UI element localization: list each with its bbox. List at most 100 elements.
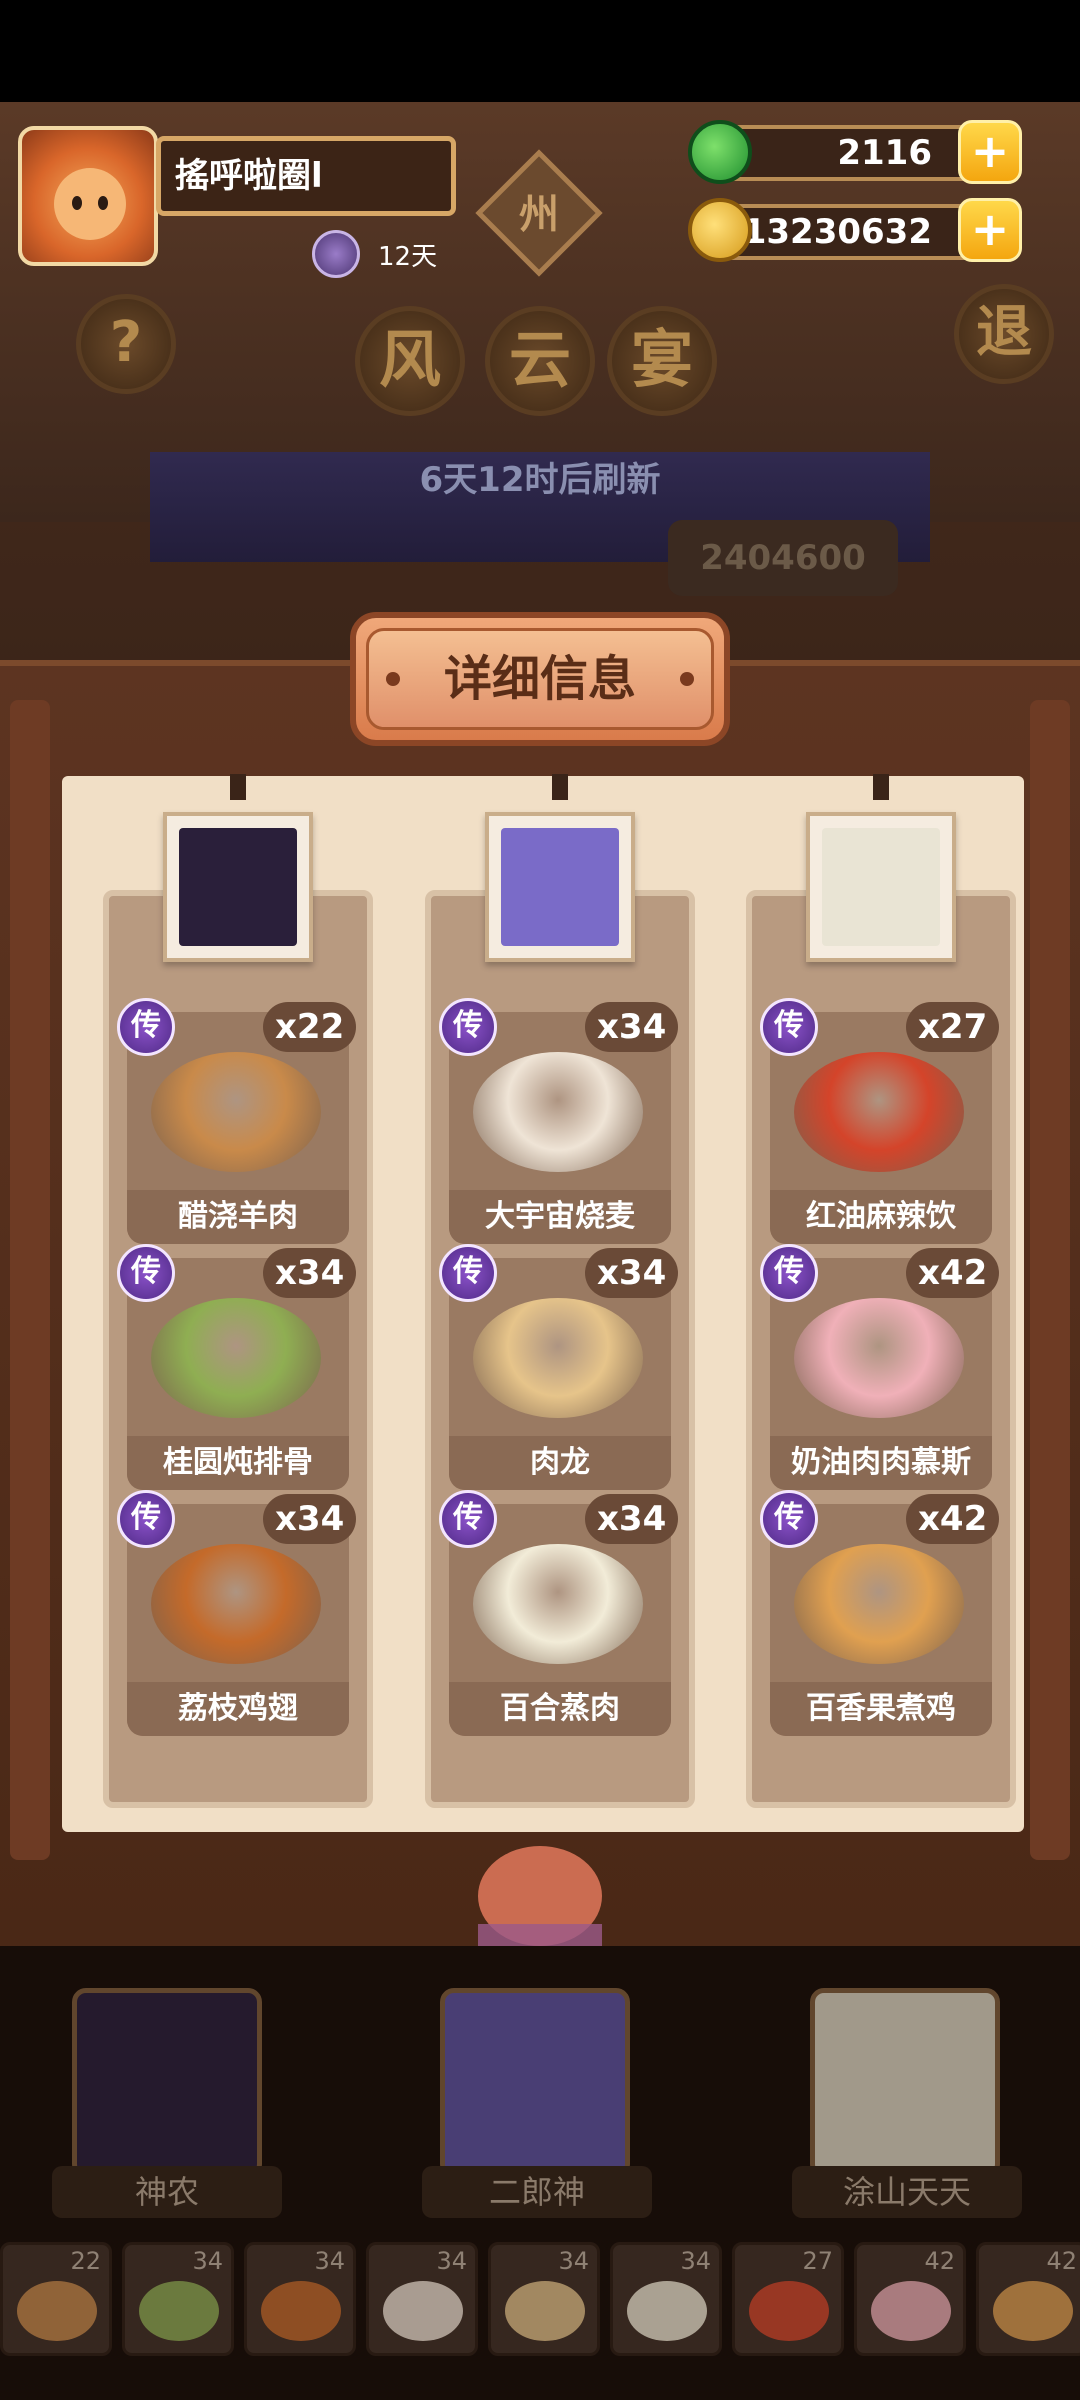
dish-image bbox=[151, 1298, 321, 1418]
add-coins-button[interactable]: + bbox=[958, 198, 1022, 262]
tray-dish-count: 22 bbox=[70, 2247, 101, 2275]
legendary-badge: 传 bbox=[760, 1490, 818, 1548]
dish-count: x34 bbox=[585, 1002, 679, 1052]
dish-image bbox=[151, 1544, 321, 1664]
dish-image bbox=[473, 1544, 643, 1664]
legendary-badge: 传 bbox=[439, 998, 497, 1056]
tray-dish-image bbox=[383, 2281, 463, 2341]
dish-count: x27 bbox=[906, 1002, 1000, 1052]
character-card[interactable] bbox=[440, 1988, 630, 2178]
event-title-char: 宴 bbox=[607, 306, 717, 416]
coin-icon bbox=[688, 198, 752, 262]
dish-image bbox=[794, 1298, 964, 1418]
portrait-pin bbox=[873, 774, 889, 800]
dish-count: x34 bbox=[585, 1248, 679, 1298]
tray-dish-slot[interactable]: 42 bbox=[854, 2242, 966, 2356]
tray-dish-count: 34 bbox=[192, 2247, 223, 2275]
character-portrait[interactable] bbox=[806, 812, 956, 962]
tray-dish-slot[interactable]: 22 bbox=[0, 2242, 112, 2356]
tray-dish-image bbox=[749, 2281, 829, 2341]
add-jade-button[interactable]: + bbox=[958, 120, 1022, 184]
dish-count: x34 bbox=[263, 1494, 357, 1544]
tray-dish-count: 34 bbox=[436, 2247, 467, 2275]
portrait-image bbox=[179, 828, 297, 946]
event-title-char: 云 bbox=[485, 306, 595, 416]
portrait-pin bbox=[552, 774, 568, 800]
event-title-char: 风 bbox=[355, 306, 465, 416]
dish-image bbox=[794, 1052, 964, 1172]
tray-dish-slot[interactable]: 34 bbox=[610, 2242, 722, 2356]
tray-dish-image bbox=[871, 2281, 951, 2341]
tray-dish-count: 34 bbox=[680, 2247, 711, 2275]
tray-dish-slot[interactable]: 34 bbox=[366, 2242, 478, 2356]
days-icon bbox=[312, 230, 360, 278]
tray-dish-slot[interactable]: 34 bbox=[122, 2242, 234, 2356]
player-name: 搖呼啦圈l bbox=[156, 136, 456, 216]
tray-dish-slot[interactable]: 42 bbox=[976, 2242, 1080, 2356]
avatar-eye bbox=[72, 196, 82, 210]
portrait-image bbox=[822, 828, 940, 946]
refresh-timer: 6天12时后刷新 bbox=[419, 460, 661, 500]
dish-name: 百香果煮鸡 bbox=[770, 1682, 992, 1736]
dish-count: x34 bbox=[585, 1494, 679, 1544]
tray-dish-slot[interactable]: 27 bbox=[732, 2242, 844, 2356]
tray-dish-count: 42 bbox=[924, 2247, 955, 2275]
tray-dish-image bbox=[505, 2281, 585, 2341]
character-card[interactable] bbox=[810, 1988, 1000, 2178]
tray-dish-image bbox=[261, 2281, 341, 2341]
character-portrait[interactable] bbox=[163, 812, 313, 962]
legendary-badge: 传 bbox=[117, 998, 175, 1056]
legendary-badge: 传 bbox=[117, 1490, 175, 1548]
tray-dish-count: 42 bbox=[1046, 2247, 1077, 2275]
dish-image bbox=[151, 1052, 321, 1172]
character-portrait[interactable] bbox=[485, 812, 635, 962]
score-badge: 2404600 bbox=[668, 520, 898, 596]
avatar-face bbox=[54, 168, 126, 240]
tray-dish-image bbox=[627, 2281, 707, 2341]
tray-dish-slot[interactable]: 34 bbox=[244, 2242, 356, 2356]
dish-count: x42 bbox=[906, 1494, 1000, 1544]
frame-post-right bbox=[1030, 700, 1070, 1860]
dish-name: 大宇宙烧麦 bbox=[449, 1190, 671, 1244]
tray-dish-image bbox=[993, 2281, 1073, 2341]
dish-count: x42 bbox=[906, 1248, 1000, 1298]
dish-name: 奶油肉肉慕斯 bbox=[770, 1436, 992, 1490]
dish-name: 百合蒸肉 bbox=[449, 1682, 671, 1736]
player-avatar[interactable] bbox=[18, 126, 158, 266]
character-card[interactable] bbox=[72, 1988, 262, 2178]
portrait-image bbox=[501, 828, 619, 946]
panel-title: 详细信息 bbox=[443, 651, 636, 707]
dish-count: x34 bbox=[263, 1248, 357, 1298]
help-button[interactable]: ? bbox=[76, 294, 176, 394]
legendary-badge: 传 bbox=[760, 1244, 818, 1302]
dish-name: 桂圆炖排骨 bbox=[127, 1436, 349, 1490]
tray-dish-count: 34 bbox=[314, 2247, 345, 2275]
legendary-badge: 传 bbox=[117, 1244, 175, 1302]
dish-name: 荔枝鸡翅 bbox=[127, 1682, 349, 1736]
character-name: 二郎神 bbox=[422, 2166, 652, 2218]
portrait-pin bbox=[230, 774, 246, 800]
legendary-badge: 传 bbox=[439, 1244, 497, 1302]
avatar-eye bbox=[98, 196, 108, 210]
dish-name: 肉龙 bbox=[449, 1436, 671, 1490]
plaque-dot bbox=[680, 672, 694, 686]
map-marker[interactable]: 州 bbox=[494, 180, 584, 250]
legendary-badge: 传 bbox=[439, 1490, 497, 1548]
jade-icon bbox=[688, 120, 752, 184]
tray-dish-image bbox=[17, 2281, 97, 2341]
plaque-dot bbox=[386, 672, 400, 686]
dish-image bbox=[794, 1544, 964, 1664]
frame-post-left bbox=[10, 700, 50, 1860]
character-name: 涂山天天 bbox=[792, 2166, 1022, 2218]
dish-image bbox=[473, 1052, 643, 1172]
dish-name: 醋浇羊肉 bbox=[127, 1190, 349, 1244]
tray-dish-count: 27 bbox=[802, 2247, 833, 2275]
exit-button[interactable]: 退 bbox=[954, 284, 1054, 384]
dish-image bbox=[473, 1298, 643, 1418]
dish-count: x22 bbox=[263, 1002, 357, 1052]
dish-name: 红油麻辣饮 bbox=[770, 1190, 992, 1244]
tray-dish-slot[interactable]: 34 bbox=[488, 2242, 600, 2356]
tray-dish-image bbox=[139, 2281, 219, 2341]
days-text: 12天 bbox=[378, 242, 438, 272]
character-name: 神农 bbox=[52, 2166, 282, 2218]
